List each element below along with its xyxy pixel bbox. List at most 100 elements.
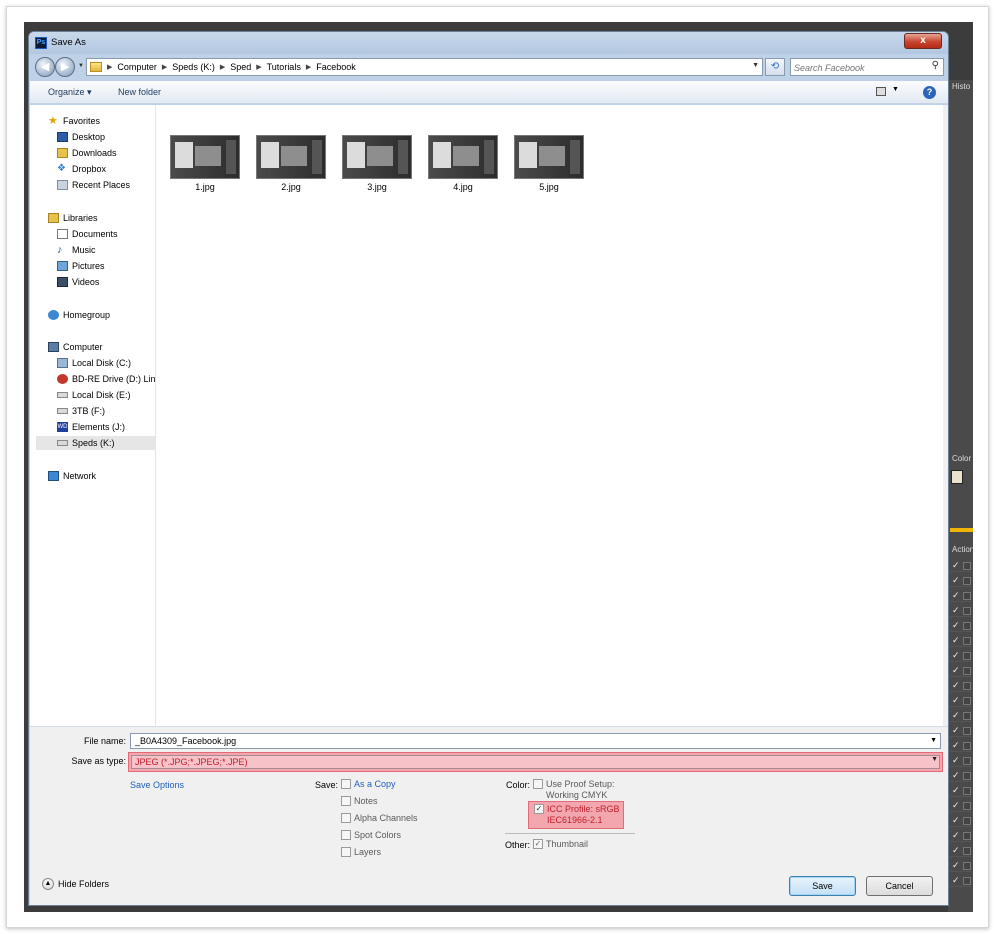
breadcrumb-facebook[interactable]: Facebook <box>316 62 356 72</box>
file-item[interactable]: 3.jpg <box>342 135 412 192</box>
forward-arrow-icon[interactable]: ▶ <box>55 57 75 77</box>
sidebar-item-local-disk-c[interactable]: Local Disk (C:) <box>57 356 131 370</box>
close-button[interactable]: x <box>904 33 942 49</box>
photoshop-icon: Ps <box>35 37 47 49</box>
chevron-up-icon: ▲ <box>42 878 54 890</box>
wd-drive-icon: WD <box>57 422 68 432</box>
sidebar-item-elements[interactable]: WD Elements (J:) <box>57 420 125 434</box>
file-item[interactable]: 5.jpg <box>514 135 584 192</box>
recent-pages-dropdown-icon[interactable]: ▼ <box>78 63 84 69</box>
alpha-channels-checkbox[interactable]: Alpha Channels <box>341 813 418 823</box>
organize-button[interactable]: Organize ▾ <box>48 87 92 98</box>
search-box[interactable]: ⚲ <box>790 58 944 76</box>
sidebar-item-speds[interactable]: Speds (K:) <box>36 436 155 450</box>
photoshop-side-panels: Histo Color Action ✓ ✓ ✓ ✓ ✓ ✓ ✓ ✓ ✓ ✓ ✓ ✓ ✓ ✓ ✓ ✓ ✓ ✓ ✓ ✓ ✓… <box>948 80 973 912</box>
sidebar-item-desktop[interactable]: Desktop <box>57 130 105 144</box>
sidebar-item-local-disk-e[interactable]: Local Disk (E:) <box>57 388 131 402</box>
foreground-color-swatch[interactable] <box>951 470 963 484</box>
dialog-toggle-icon <box>963 607 971 615</box>
save-as-type-dropdown-icon[interactable]: ▼ <box>931 756 938 763</box>
sidebar-item-network[interactable]: Network <box>48 469 96 483</box>
file-list-scrollbar[interactable] <box>943 105 948 726</box>
sidebar-item-3tb[interactable]: 3TB (F:) <box>57 404 105 418</box>
check-icon: ✓ <box>952 830 960 840</box>
refresh-icon[interactable]: ⟲ <box>765 58 785 76</box>
dialog-toggle-icon <box>963 772 971 780</box>
breadcrumb-tutorials[interactable]: Tutorials <box>267 62 301 72</box>
sidebar-item-downloads[interactable]: Downloads <box>57 146 117 160</box>
help-icon[interactable]: ? <box>923 86 936 99</box>
icc-profile-checkbox[interactable]: ✓ ICC Profile: sRGB IEC61966-2.1 <box>534 804 620 826</box>
spot-colors-checkbox[interactable]: Spot Colors <box>341 830 401 840</box>
sidebar-item-music[interactable]: ♪ Music <box>57 243 96 257</box>
sidebar-item-homegroup[interactable]: Homegroup <box>48 308 110 322</box>
address-dropdown-icon[interactable]: ▼ <box>752 62 759 69</box>
breadcrumb-computer[interactable]: Computer <box>117 62 157 72</box>
address-bar[interactable]: ▶ Computer ▶ Speds (K:) ▶ Sped ▶ Tutoria… <box>86 58 763 76</box>
file-item[interactable]: 4.jpg <box>428 135 498 192</box>
sidebar-item-dropbox[interactable]: ❖ Dropbox <box>57 162 106 176</box>
save-button[interactable]: Save <box>789 876 856 896</box>
check-icon: ✓ <box>952 860 960 870</box>
action-row: ✓ <box>950 740 971 752</box>
check-icon: ✓ <box>952 815 960 825</box>
file-name-input[interactable]: _B0A4309_Facebook.jpg ▼ <box>130 733 941 749</box>
search-icon[interactable]: ⚲ <box>932 60 939 71</box>
breadcrumb-sped[interactable]: Sped <box>230 62 251 72</box>
dialog-toggle-icon <box>963 562 971 570</box>
file-name-dropdown-icon[interactable]: ▼ <box>930 734 937 748</box>
sidebar-item-bd-re-drive[interactable]: BD-RE Drive (D:) Linl <box>57 372 155 386</box>
file-item[interactable]: 2.jpg <box>256 135 326 192</box>
network-icon <box>48 471 59 481</box>
downloads-folder-icon <box>57 148 68 158</box>
other-label: Other: <box>504 840 530 850</box>
save-options-link[interactable]: Save Options <box>130 780 184 790</box>
back-arrow-icon[interactable]: ◀ <box>35 57 55 77</box>
dialog-toggle-icon <box>963 742 971 750</box>
sidebar-item-libraries[interactable]: Libraries <box>48 211 98 225</box>
thumbnail-checkbox[interactable]: ✓ Thumbnail <box>533 839 588 849</box>
save-as-type-select[interactable]: JPEG (*.JPG;*.JPEG;*.JPE) <box>131 755 940 769</box>
action-row: ✓ <box>950 875 971 887</box>
sidebar-item-recent-places[interactable]: Recent Places <box>57 178 130 192</box>
drive-icon <box>57 392 68 398</box>
file-name: 4.jpg <box>453 182 473 192</box>
check-icon: ✓ <box>952 785 960 795</box>
action-row: ✓ <box>950 590 971 602</box>
as-a-copy-checkbox[interactable]: As a Copy <box>341 779 396 789</box>
homegroup-icon <box>48 310 59 320</box>
new-folder-button[interactable]: New folder <box>118 87 161 97</box>
sidebar-item-pictures[interactable]: Pictures <box>57 259 105 273</box>
dialog-toggle-icon <box>963 622 971 630</box>
layers-checkbox[interactable]: Layers <box>341 847 381 857</box>
breadcrumb-speds[interactable]: Speds (K:) <box>172 62 215 72</box>
file-item[interactable]: 1.jpg <box>170 135 240 192</box>
pictures-icon <box>57 261 68 271</box>
view-options-dropdown-icon[interactable]: ▼ <box>892 86 899 93</box>
color-ramp[interactable] <box>950 528 973 532</box>
action-row: ✓ <box>950 815 971 827</box>
dialog-toggle-icon <box>963 862 971 870</box>
action-row: ✓ <box>950 665 971 677</box>
navigation-pane: ★ Favorites Desktop Downloads ❖ Dropbox … <box>30 105 156 726</box>
cancel-button[interactable]: Cancel <box>866 876 933 896</box>
check-icon: ✓ <box>952 620 960 630</box>
file-name: 2.jpg <box>281 182 301 192</box>
search-input[interactable] <box>794 61 924 74</box>
action-row: ✓ <box>950 560 971 572</box>
history-panel-label: Histo <box>952 82 971 91</box>
notes-checkbox[interactable]: Notes <box>341 796 378 806</box>
sidebar-item-documents[interactable]: Documents <box>57 227 118 241</box>
hide-folders-button[interactable]: ▲ Hide Folders <box>42 878 109 890</box>
file-name: 5.jpg <box>539 182 559 192</box>
drive-icon <box>57 408 68 414</box>
sidebar-item-computer[interactable]: Computer <box>48 340 103 354</box>
sidebar-item-videos[interactable]: Videos <box>57 275 99 289</box>
action-row: ✓ <box>950 830 971 842</box>
change-view-icon[interactable] <box>876 87 886 96</box>
use-proof-setup-checkbox[interactable]: Use Proof Setup: Working CMYK <box>533 779 615 801</box>
sidebar-item-favorites[interactable]: ★ Favorites <box>48 114 100 128</box>
dialog-toggle-icon <box>963 847 971 855</box>
check-icon: ✓ <box>952 560 960 570</box>
check-icon: ✓ <box>952 650 960 660</box>
